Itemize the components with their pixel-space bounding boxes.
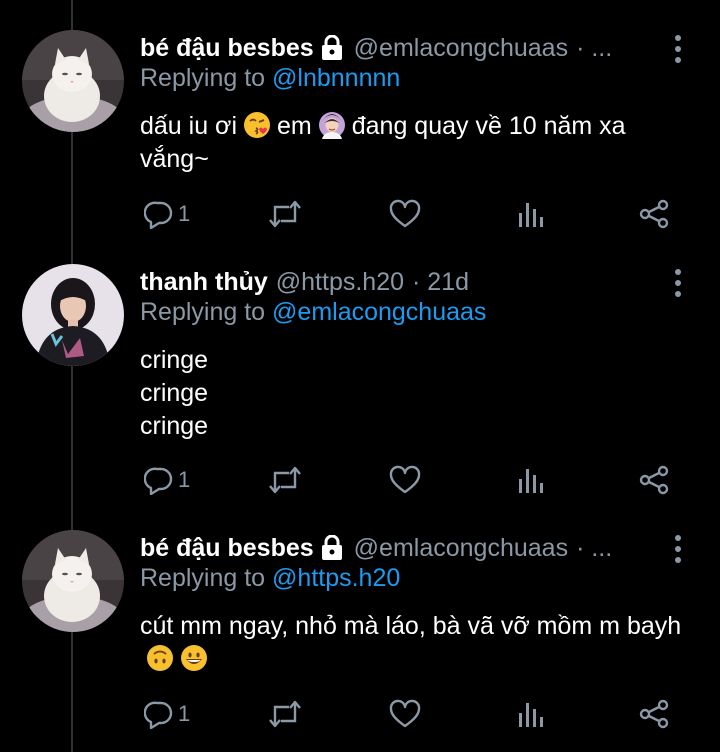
replying-to: Replying to @lnbnnnnn bbox=[140, 64, 400, 93]
replying-prefix: Replying to bbox=[140, 564, 266, 592]
lock-icon bbox=[320, 535, 344, 561]
reply-mention-link[interactable]: @lnbnnnnn bbox=[272, 64, 400, 92]
tweet-meta: · ... bbox=[576, 533, 613, 562]
girl-avatar-image bbox=[22, 264, 124, 366]
upside-down-face-emoji bbox=[146, 644, 174, 672]
tweet[interactable]: bé đậu besbes @emlacongchuaas · ... Repl… bbox=[0, 530, 720, 752]
lock-icon bbox=[320, 35, 344, 61]
reply-button[interactable]: 1 bbox=[144, 696, 190, 732]
reply-icon bbox=[144, 465, 174, 495]
like-button[interactable] bbox=[389, 196, 421, 232]
more-vertical-icon[interactable] bbox=[674, 268, 682, 298]
tweet-text: cringe cringe cringe bbox=[140, 344, 700, 443]
tweet-header: bé đậu besbes @emlacongchuaas · ... bbox=[140, 530, 720, 566]
analytics-button[interactable] bbox=[516, 696, 544, 732]
reply-count: 1 bbox=[178, 701, 191, 726]
like-icon bbox=[389, 199, 421, 229]
retweet-icon bbox=[268, 465, 302, 495]
share-button[interactable] bbox=[638, 462, 670, 498]
analytics-button[interactable] bbox=[516, 196, 544, 232]
reply-mention-link[interactable]: @emlacongchuaas bbox=[272, 298, 486, 326]
tweet-text-part: em bbox=[277, 112, 312, 140]
reply-button[interactable]: 1 bbox=[144, 196, 190, 232]
analytics-icon bbox=[516, 465, 544, 495]
replying-to: Replying to @https.h20 bbox=[140, 564, 400, 593]
share-icon bbox=[638, 699, 670, 729]
tweet-text-line: cringe bbox=[140, 379, 209, 407]
username-handle[interactable]: @emlacongchuaas bbox=[354, 534, 568, 563]
retweet-button[interactable] bbox=[268, 462, 302, 498]
retweet-button[interactable] bbox=[268, 196, 302, 232]
analytics-icon bbox=[516, 699, 544, 729]
tweet-meta: · ... bbox=[576, 33, 613, 62]
username-handle[interactable]: @https.h20 bbox=[276, 268, 404, 297]
reply-count: 1 bbox=[178, 201, 191, 226]
retweet-button[interactable] bbox=[268, 696, 302, 732]
username-handle[interactable]: @emlacongchuaas bbox=[354, 34, 568, 63]
analytics-icon bbox=[516, 199, 544, 229]
share-button[interactable] bbox=[638, 696, 670, 732]
tweet-text-part: dấu iu ơi bbox=[140, 112, 238, 140]
display-name[interactable]: bé đậu besbes bbox=[140, 534, 314, 563]
share-icon bbox=[638, 199, 670, 229]
more-vertical-icon[interactable] bbox=[674, 534, 682, 564]
retweet-icon bbox=[268, 199, 302, 229]
reply-icon bbox=[144, 699, 174, 729]
display-name[interactable]: thanh thủy bbox=[140, 268, 268, 297]
reply-button[interactable]: 1 bbox=[144, 462, 190, 498]
face-blowing-kiss-emoji bbox=[243, 111, 271, 139]
reply-count: 1 bbox=[178, 467, 191, 492]
retweet-icon bbox=[268, 699, 302, 729]
replying-prefix: Replying to bbox=[140, 64, 266, 92]
like-icon bbox=[389, 699, 421, 729]
replying-to: Replying to @emlacongchuaas bbox=[140, 298, 486, 327]
tweet-timestamp[interactable]: · 21d bbox=[412, 268, 469, 297]
tweet[interactable]: bé đậu besbes @emlacongchuaas · ... Repl… bbox=[0, 30, 720, 250]
tweet-text: dấu iu ơi em đang quay về 10 năm xa vắng~ bbox=[140, 110, 700, 176]
action-bar: 1 bbox=[140, 462, 680, 498]
tweet-text-line: cringe bbox=[140, 412, 209, 440]
share-icon bbox=[638, 465, 670, 495]
action-bar: 1 bbox=[140, 696, 680, 732]
grinning-face-emoji bbox=[180, 644, 208, 672]
replying-prefix: Replying to bbox=[140, 298, 266, 326]
reply-icon bbox=[144, 199, 174, 229]
person-gesturing-ok-emoji bbox=[318, 111, 346, 139]
like-icon bbox=[389, 465, 421, 495]
cat-avatar-image bbox=[22, 530, 124, 632]
like-button[interactable] bbox=[389, 696, 421, 732]
cat-avatar-image bbox=[22, 30, 124, 132]
avatar[interactable] bbox=[22, 30, 124, 132]
tweet-text-line: cringe bbox=[140, 346, 209, 374]
avatar[interactable] bbox=[22, 530, 124, 632]
share-button[interactable] bbox=[638, 196, 670, 232]
avatar[interactable] bbox=[22, 264, 124, 366]
tweet[interactable]: thanh thủy @https.h20 · 21d Replying to … bbox=[0, 264, 720, 504]
like-button[interactable] bbox=[389, 462, 421, 498]
analytics-button[interactable] bbox=[516, 462, 544, 498]
reply-mention-link[interactable]: @https.h20 bbox=[272, 564, 400, 592]
tweet-header: bé đậu besbes @emlacongchuaas · ... bbox=[140, 30, 720, 66]
action-bar: 1 bbox=[140, 196, 680, 232]
display-name[interactable]: bé đậu besbes bbox=[140, 34, 314, 63]
tweet-header: thanh thủy @https.h20 · 21d bbox=[140, 264, 720, 300]
tweet-text-part: cút mm ngay, nhỏ mà láo, bà vã vỡ mồm m … bbox=[140, 612, 682, 640]
tweet-text: cút mm ngay, nhỏ mà láo, bà vã vỡ mồm m … bbox=[140, 610, 700, 676]
more-vertical-icon[interactable] bbox=[674, 34, 682, 64]
